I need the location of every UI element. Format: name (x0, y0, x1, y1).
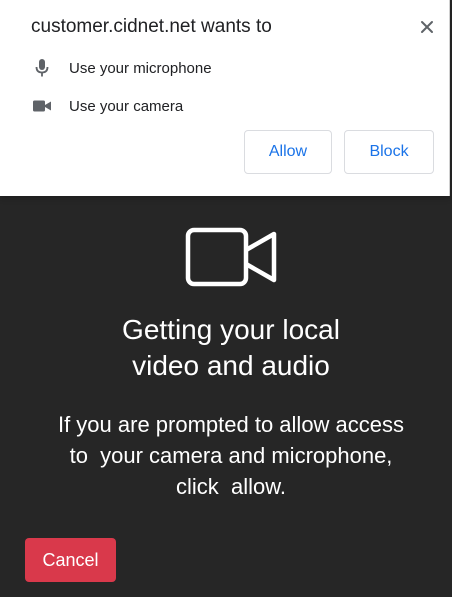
permission-label-camera: Use your camera (69, 97, 184, 115)
microphone-icon (31, 57, 53, 79)
permission-row-camera: Use your camera (31, 95, 183, 117)
cancel-button[interactable]: Cancel (25, 538, 116, 582)
permission-row-microphone: Use your microphone (31, 57, 212, 79)
block-button[interactable]: Block (344, 130, 434, 174)
instruction-text: If you are prompted to allow access to y… (0, 409, 452, 502)
instruction-line-3: click allow. (175, 474, 287, 499)
permission-popup: customer.cidnet.net wants to Use your mi… (0, 0, 450, 196)
permission-label-microphone: Use your microphone (69, 59, 212, 77)
video-setup-page: customer.cidnet.net wants to Use your mi… (0, 0, 452, 597)
loading-heading: Getting your local video and audio (0, 312, 452, 384)
video-camera-icon (185, 227, 277, 287)
camera-icon (31, 95, 53, 117)
heading-line-2: video and audio (132, 350, 330, 381)
popup-title: customer.cidnet.net wants to (31, 16, 272, 37)
instruction-line-2: to your camera and microphone, (69, 443, 393, 468)
instruction-line-1: If you are prompted to allow access (57, 412, 405, 437)
close-button[interactable] (415, 15, 439, 39)
heading-line-1: Getting your local (122, 314, 340, 345)
allow-button[interactable]: Allow (244, 130, 332, 174)
close-icon (421, 21, 433, 33)
